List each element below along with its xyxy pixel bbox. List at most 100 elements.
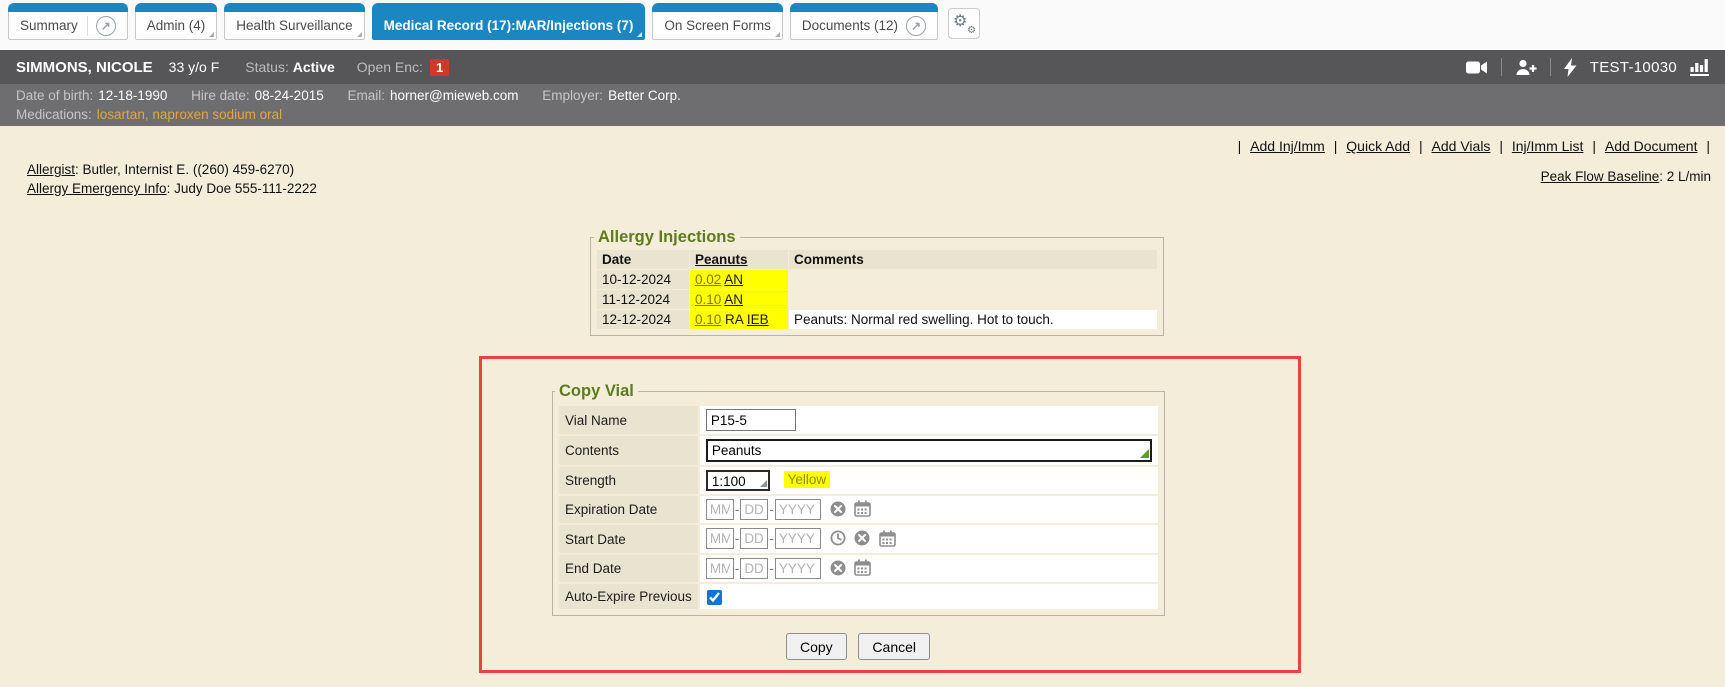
vial-name-label: Vial Name	[559, 406, 698, 434]
date-separator: -	[735, 502, 740, 517]
injection-date: 10-12-2024	[597, 270, 689, 289]
expiration-day-input[interactable]	[740, 499, 768, 520]
workstation-id: TEST-10030	[1590, 59, 1677, 76]
date-separator: -	[735, 561, 740, 576]
end-year-input[interactable]	[775, 558, 821, 579]
injection-code-link[interactable]: IEB	[747, 312, 769, 327]
peak-flow-value: : 2 L/min	[1659, 169, 1711, 184]
divider	[1550, 58, 1551, 76]
quick-add-link[interactable]: Quick Add	[1346, 138, 1410, 154]
add-vials-link[interactable]: Add Vials	[1432, 138, 1491, 154]
tab-medical-record-label: Medical Record (17):MAR/Injections (7)	[384, 18, 634, 33]
calendar-icon[interactable]	[854, 559, 871, 579]
dob-value: 12-18-1990	[98, 88, 167, 103]
injection-comment: Peanuts: Normal red swelling. Hot to tou…	[789, 310, 1157, 329]
column-peanuts-link[interactable]: Peanuts	[695, 252, 748, 267]
start-year-input[interactable]	[775, 528, 821, 549]
tab-strip	[135, 3, 218, 12]
tab-on-screen-forms[interactable]: On Screen Forms	[652, 3, 783, 40]
dose-link[interactable]: 0.10	[695, 292, 721, 307]
tab-medical-record[interactable]: Medical Record (17):MAR/Injections (7)	[372, 3, 646, 40]
strength-label: Strength	[559, 467, 698, 494]
allergist-link[interactable]: Allergist	[27, 162, 75, 177]
end-month-input[interactable]	[706, 558, 734, 579]
tab-documents[interactable]: Documents (12) ↗	[790, 3, 938, 40]
add-inj-imm-link[interactable]: Add Inj/Imm	[1250, 138, 1325, 154]
medications-label: Medications:	[16, 107, 92, 122]
cancel-button[interactable]: Cancel	[858, 633, 930, 660]
injection-date: 11-12-2024	[597, 290, 689, 309]
tab-summary[interactable]: Summary ↗	[8, 3, 128, 40]
email-label: Email:	[347, 88, 385, 103]
injection-comment	[789, 270, 1157, 289]
tab-strip	[790, 3, 938, 12]
clock-icon[interactable]	[830, 530, 846, 549]
copy-vial-panel: Copy Vial Vial Name Contents Peanuts Str…	[552, 382, 1165, 616]
dose-link[interactable]: 0.10	[695, 312, 721, 327]
start-month-input[interactable]	[706, 528, 734, 549]
tab-admin[interactable]: Admin (4)	[135, 3, 218, 40]
peak-flow-baseline: Peak Flow Baseline: 2 L/min	[1541, 169, 1711, 184]
medication-separator: ,	[145, 107, 149, 122]
inj-imm-list-link[interactable]: Inj/Imm List	[1512, 138, 1584, 154]
clear-date-icon[interactable]	[830, 501, 846, 520]
contents-textarea[interactable]: Peanuts	[706, 439, 1152, 462]
end-day-input[interactable]	[740, 558, 768, 579]
video-camera-icon[interactable]	[1466, 60, 1488, 75]
dob-label: Date of birth:	[16, 88, 93, 103]
tab-health-surveillance[interactable]: Health Surveillance	[224, 3, 364, 40]
settings-button[interactable]: ⚙ ⚙	[948, 8, 980, 39]
add-document-link[interactable]: Add Document	[1605, 138, 1698, 154]
injection-dose-cell: 0.10 AN	[690, 290, 788, 309]
vial-name-input[interactable]	[706, 409, 796, 431]
person-add-icon[interactable]	[1515, 59, 1537, 76]
action-links: | Add Inj/Imm | Quick Add | Add Vials | …	[1235, 138, 1713, 154]
divider	[1501, 58, 1502, 76]
calendar-icon[interactable]	[854, 500, 871, 520]
injection-code-link[interactable]: AN	[724, 292, 743, 307]
copy-vial-title: Copy Vial	[555, 382, 638, 401]
auto-expire-label: Auto-Expire Previous	[559, 584, 698, 609]
auto-expire-checkbox[interactable]	[707, 590, 722, 605]
tab-strip	[8, 3, 128, 12]
expiration-year-input[interactable]	[775, 499, 821, 520]
dose-link[interactable]: 0.02	[695, 272, 721, 287]
column-comments: Comments	[789, 250, 1157, 269]
separator: |	[1238, 138, 1242, 154]
date-separator: -	[769, 531, 774, 546]
peak-flow-link[interactable]: Peak Flow Baseline	[1541, 169, 1660, 184]
clear-date-icon[interactable]	[854, 530, 870, 549]
lightning-bolt-icon[interactable]	[1564, 58, 1577, 77]
popout-icon[interactable]: ↗	[96, 16, 116, 36]
injection-code-link[interactable]: AN	[724, 272, 743, 287]
start-day-input[interactable]	[740, 528, 768, 549]
medication-link-naproxen[interactable]: naproxen sodium oral	[152, 107, 282, 122]
allergy-emergency-link[interactable]: Allergy Emergency Info	[27, 181, 167, 196]
popout-icon[interactable]: ↗	[906, 16, 926, 36]
open-encounter-badge[interactable]: 1	[430, 59, 449, 76]
copy-button[interactable]: Copy	[786, 633, 847, 660]
allergy-emergency-value: : Judy Doe 555-111-2222	[167, 181, 317, 196]
table-row: 10-12-2024 0.02 AN	[597, 270, 1157, 289]
status-value: Active	[293, 59, 335, 75]
strength-input[interactable]: 1:100	[706, 470, 770, 491]
demographics-bar: Date of birth:12-18-1990 Hire date:08-24…	[0, 84, 1725, 126]
date-separator: -	[769, 561, 774, 576]
clear-date-icon[interactable]	[830, 560, 846, 579]
table-row: 12-12-2024 0.10 RA IEB Peanuts: Normal r…	[597, 310, 1157, 329]
divider	[87, 16, 88, 36]
patient-name: SIMMONS, NICOLE	[16, 59, 153, 76]
patient-header-bar: SIMMONS, NICOLE 33 y/o F Status: Active …	[0, 50, 1725, 84]
medication-link-losartan[interactable]: losartan	[97, 107, 145, 122]
date-separator: -	[735, 531, 740, 546]
calendar-icon[interactable]	[879, 530, 896, 550]
allergy-contact-info: Allergist: Butler, Internist E. ((260) 4…	[27, 160, 317, 198]
chart-histogram-icon[interactable]	[1690, 58, 1709, 76]
column-date: Date	[597, 250, 689, 269]
injection-comment	[789, 290, 1157, 309]
tab-strip	[372, 3, 646, 12]
patient-age-sex: 33 y/o F	[169, 59, 220, 75]
separator: |	[1334, 138, 1338, 154]
expiration-date-label: Expiration Date	[559, 496, 698, 523]
expiration-month-input[interactable]	[706, 499, 734, 520]
